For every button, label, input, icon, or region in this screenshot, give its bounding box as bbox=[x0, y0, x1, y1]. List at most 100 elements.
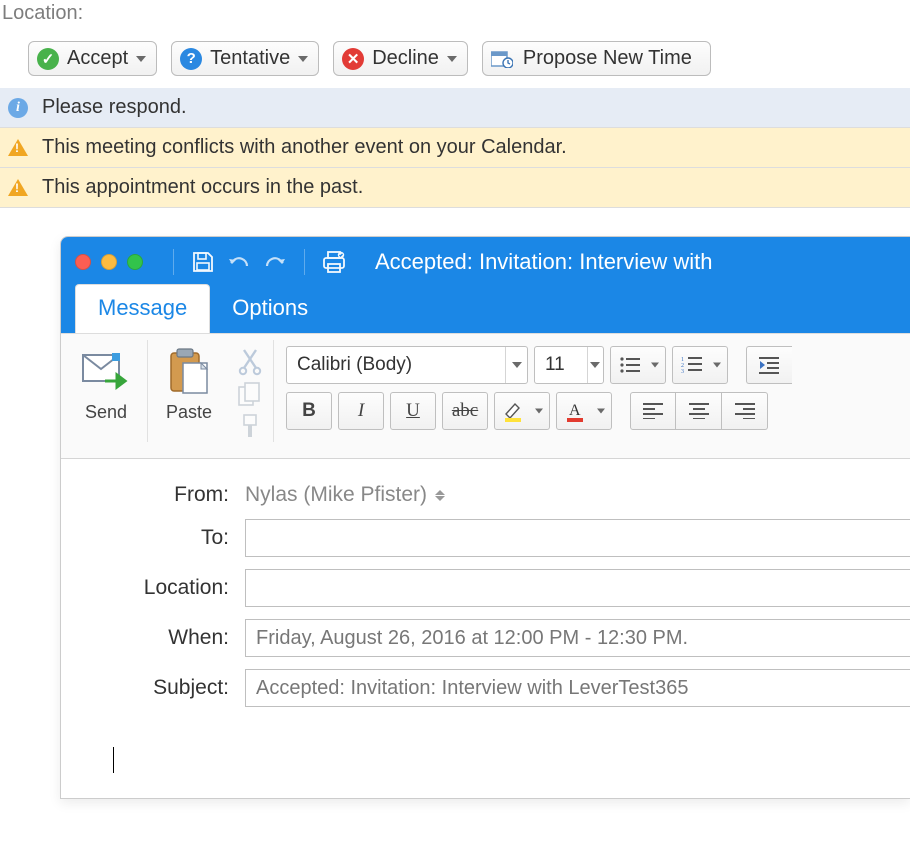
text-cursor bbox=[113, 747, 114, 773]
warning-text: This appointment occurs in the past. bbox=[42, 176, 363, 199]
chevron-down-icon bbox=[298, 56, 308, 62]
italic-button[interactable]: I bbox=[338, 392, 384, 430]
alignment-group bbox=[630, 392, 768, 430]
info-icon: i bbox=[8, 98, 28, 118]
send-icon bbox=[75, 346, 137, 398]
align-left-button[interactable] bbox=[630, 392, 676, 430]
underline-button[interactable]: U bbox=[390, 392, 436, 430]
when-label: When: bbox=[97, 626, 229, 650]
tentative-label: Tentative bbox=[210, 47, 290, 70]
chevron-down-icon bbox=[136, 56, 146, 62]
highlight-color-button[interactable] bbox=[494, 392, 550, 430]
send-label: Send bbox=[85, 402, 127, 423]
location-label: Location: bbox=[97, 576, 229, 600]
chevron-down-icon bbox=[447, 56, 457, 62]
format-painter-icon[interactable] bbox=[234, 410, 266, 442]
subject-input[interactable] bbox=[245, 669, 910, 707]
send-group[interactable]: Send bbox=[65, 340, 148, 442]
undo-icon[interactable] bbox=[226, 249, 252, 275]
chevron-down-icon bbox=[651, 363, 659, 368]
redo-icon[interactable] bbox=[262, 249, 288, 275]
question-icon: ? bbox=[180, 48, 202, 70]
decrease-indent-button[interactable] bbox=[746, 346, 792, 384]
info-banner-text: Please respond. bbox=[42, 96, 187, 119]
stepper-icon bbox=[435, 490, 445, 501]
ribbon-tabs: Message Options bbox=[61, 287, 910, 333]
chevron-down-icon[interactable] bbox=[505, 347, 527, 383]
align-center-button[interactable] bbox=[676, 392, 722, 430]
numbered-list-icon: 1 2 3 bbox=[681, 356, 703, 374]
to-row: To: bbox=[61, 513, 910, 563]
from-row: From: Nylas (Mike Pfister) bbox=[61, 477, 910, 513]
numbered-list-button[interactable]: 1 2 3 bbox=[672, 346, 728, 384]
separator bbox=[173, 249, 174, 275]
minimize-window-button[interactable] bbox=[101, 254, 117, 270]
message-body[interactable] bbox=[61, 723, 910, 798]
paste-label: Paste bbox=[166, 402, 212, 423]
accept-button[interactable]: ✓ Accept bbox=[28, 41, 157, 76]
location-input[interactable] bbox=[245, 569, 910, 607]
accept-label: Accept bbox=[67, 47, 128, 70]
font-color-button[interactable]: A bbox=[556, 392, 612, 430]
window-title: Accepted: Invitation: Interview with bbox=[375, 249, 713, 275]
chevron-down-icon bbox=[713, 363, 721, 368]
align-center-icon bbox=[689, 403, 709, 419]
propose-label: Propose New Time bbox=[523, 47, 692, 70]
tab-message[interactable]: Message bbox=[75, 284, 210, 333]
tab-options[interactable]: Options bbox=[210, 285, 330, 333]
bullet-list-icon bbox=[619, 356, 641, 374]
from-label: From: bbox=[97, 483, 229, 507]
font-color-icon: A bbox=[565, 400, 585, 422]
response-toolbar: ✓ Accept ? Tentative ✕ Decline Propos bbox=[0, 33, 910, 88]
decrease-indent-icon bbox=[759, 356, 781, 374]
save-icon[interactable] bbox=[190, 249, 216, 275]
compose-window: Accepted: Invitation: Interview with Mes… bbox=[60, 236, 910, 799]
propose-new-time-button[interactable]: Propose New Time bbox=[482, 41, 711, 76]
calendar-clock-icon bbox=[491, 50, 513, 68]
subject-label: Subject: bbox=[97, 676, 229, 700]
copy-icon[interactable] bbox=[234, 378, 266, 410]
message-fields: From: Nylas (Mike Pfister) To: Location:… bbox=[61, 459, 910, 723]
svg-text:A: A bbox=[569, 402, 581, 419]
decline-label: Decline bbox=[372, 47, 439, 70]
print-icon[interactable] bbox=[321, 249, 347, 275]
to-input[interactable] bbox=[245, 519, 910, 557]
bold-button[interactable]: B bbox=[286, 392, 332, 430]
location-row: Location: bbox=[61, 563, 910, 613]
cut-icon[interactable] bbox=[234, 346, 266, 378]
paste-icon bbox=[158, 346, 220, 398]
warning-text: This meeting conflicts with another even… bbox=[42, 136, 567, 159]
warning-icon bbox=[8, 178, 28, 198]
close-window-button[interactable] bbox=[75, 254, 91, 270]
to-label: To: bbox=[97, 526, 229, 550]
traffic-lights bbox=[75, 254, 143, 270]
chevron-down-icon bbox=[535, 409, 543, 414]
decline-button[interactable]: ✕ Decline bbox=[333, 41, 468, 76]
align-right-button[interactable] bbox=[722, 392, 768, 430]
font-family-input[interactable] bbox=[287, 354, 505, 376]
font-family-combo[interactable] bbox=[286, 346, 528, 384]
clipboard-tools bbox=[226, 340, 274, 442]
x-icon: ✕ bbox=[342, 48, 364, 70]
paste-group[interactable]: Paste bbox=[148, 340, 226, 442]
align-left-icon bbox=[643, 403, 663, 419]
formatting-area: 1 2 3 B bbox=[274, 340, 796, 442]
from-account-selector[interactable]: Nylas (Mike Pfister) bbox=[245, 483, 445, 507]
font-size-input[interactable] bbox=[535, 354, 587, 376]
meeting-location-label: Location: bbox=[0, 0, 910, 33]
bullet-list-button[interactable] bbox=[610, 346, 666, 384]
separator bbox=[304, 249, 305, 275]
zoom-window-button[interactable] bbox=[127, 254, 143, 270]
chevron-down-icon bbox=[597, 409, 605, 414]
when-input[interactable] bbox=[245, 619, 910, 657]
from-value-text: Nylas (Mike Pfister) bbox=[245, 483, 427, 507]
tentative-button[interactable]: ? Tentative bbox=[171, 41, 319, 76]
window-titlebar: Accepted: Invitation: Interview with bbox=[61, 237, 910, 287]
ribbon: Send Paste bbox=[61, 333, 910, 459]
strikethrough-button[interactable]: abc bbox=[442, 392, 488, 430]
warning-banner-conflict: This meeting conflicts with another even… bbox=[0, 128, 910, 168]
highlight-icon bbox=[503, 400, 523, 422]
font-size-combo[interactable] bbox=[534, 346, 604, 384]
chevron-down-icon[interactable] bbox=[587, 347, 603, 383]
info-banner: i Please respond. bbox=[0, 88, 910, 128]
